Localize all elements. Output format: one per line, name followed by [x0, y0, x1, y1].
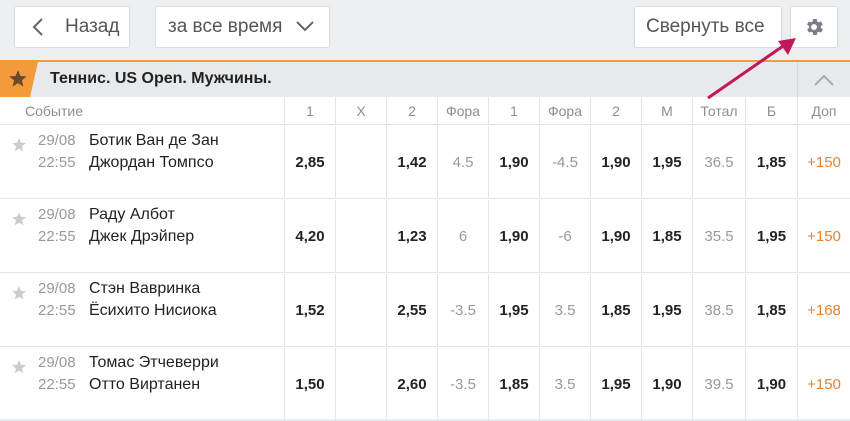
team-away[interactable]: Отто Виртанен: [89, 376, 200, 394]
team-home[interactable]: Ботик Ван де Зан: [89, 132, 219, 150]
odd-2[interactable]: 1,42: [386, 126, 437, 199]
handicap2-value: 3.5: [539, 274, 590, 347]
total-value: 38.5: [692, 274, 745, 347]
under-odd[interactable]: 1,95: [641, 126, 692, 199]
col-event: Событие: [25, 103, 83, 119]
gear-icon: [807, 19, 823, 35]
odd-x[interactable]: [335, 274, 386, 347]
team-home[interactable]: Стэн Вавринка: [89, 280, 200, 298]
total-value: 36.5: [692, 126, 745, 199]
settings-button[interactable]: [790, 6, 838, 48]
more-markets[interactable]: +168: [797, 274, 850, 347]
team-home[interactable]: Раду Албот: [89, 206, 175, 224]
handicap1-odd[interactable]: 1,90: [488, 200, 539, 273]
favorite-star-icon[interactable]: [11, 211, 27, 227]
favorite-star-icon[interactable]: [11, 359, 27, 375]
col-handicap2: Фора: [539, 97, 590, 125]
event-date: 29/08: [38, 280, 76, 297]
handicap1-value: 6: [437, 200, 488, 273]
event-time: 22:55: [38, 154, 76, 171]
over-odd[interactable]: 1,95: [745, 200, 797, 273]
more-markets[interactable]: +150: [797, 348, 850, 421]
col-over: Б: [745, 97, 797, 125]
handicap2-odd[interactable]: 1,95: [590, 348, 641, 421]
over-odd[interactable]: 1,85: [745, 274, 797, 347]
favorite-star-icon[interactable]: [11, 137, 27, 153]
odd-x[interactable]: [335, 126, 386, 199]
total-value: 35.5: [692, 200, 745, 273]
period-select[interactable]: за все время: [155, 6, 330, 48]
odd-x[interactable]: [335, 348, 386, 421]
favorite-tag[interactable]: [0, 62, 38, 97]
back-button[interactable]: Назад: [14, 6, 130, 48]
handicap2-value: -6: [539, 200, 590, 273]
event-time: 22:55: [38, 302, 76, 319]
section-header[interactable]: Теннис. US Open. Мужчины.: [0, 60, 850, 97]
team-home[interactable]: Томас Этчеверри: [89, 354, 219, 372]
handicap2-odd[interactable]: 1,85: [590, 274, 641, 347]
event-row: 29/08 22:55 Раду Албот Джек Дрэйпер 4,20 1,23…: [0, 200, 850, 273]
chevron-up-icon: [814, 74, 834, 86]
handicap1-value: -3.5: [437, 348, 488, 421]
col-handicap1-odd: 1: [488, 97, 539, 125]
col-handicap2-odd: 2: [590, 97, 641, 125]
odd-x[interactable]: [335, 200, 386, 273]
collapse-all-button[interactable]: Свернуть все: [634, 6, 782, 48]
event-row: 29/08 22:55 Стэн Вавринка Ёсихито Нисиока 1,…: [0, 274, 850, 347]
chevron-left-icon: [32, 18, 43, 36]
odd-1[interactable]: 4,20: [284, 200, 335, 273]
handicap1-odd[interactable]: 1,85: [488, 348, 539, 421]
col-2: 2: [386, 97, 437, 125]
col-1: 1: [284, 97, 335, 125]
favorite-star-icon[interactable]: [11, 285, 27, 301]
col-total: Тотал: [692, 97, 745, 125]
col-under: М: [641, 97, 692, 125]
team-away[interactable]: Джек Дрэйпер: [89, 228, 194, 246]
event-time: 22:55: [38, 376, 76, 393]
total-value: 39.5: [692, 348, 745, 421]
period-select-label: за все время: [168, 16, 283, 37]
events-panel: Теннис. US Open. Мужчины. Событие 1 X 2 …: [0, 60, 850, 421]
odd-2[interactable]: 1,23: [386, 200, 437, 273]
event-date: 29/08: [38, 132, 76, 149]
odd-2[interactable]: 2,60: [386, 348, 437, 421]
odd-1[interactable]: 2,85: [284, 126, 335, 199]
col-x: X: [335, 97, 386, 125]
team-away[interactable]: Ёсихито Нисиока: [89, 302, 217, 320]
col-handicap1: Фора: [437, 97, 488, 125]
col-more: Доп: [797, 97, 850, 125]
event-date: 29/08: [38, 354, 76, 371]
odd-1[interactable]: 1,52: [284, 274, 335, 347]
handicap2-value: -4.5: [539, 126, 590, 199]
toolbar: Назад за все время Свернуть все: [0, 0, 850, 60]
handicap2-odd[interactable]: 1,90: [590, 200, 641, 273]
event-row: 29/08 22:55 Ботик Ван де Зан Джордан Томпсо…: [0, 126, 850, 199]
handicap1-value: 4.5: [437, 126, 488, 199]
more-markets[interactable]: +150: [797, 200, 850, 273]
section-title: Теннис. US Open. Мужчины.: [50, 70, 272, 87]
team-away[interactable]: Джордан Томпсо: [89, 154, 214, 172]
odd-2[interactable]: 2,55: [386, 274, 437, 347]
handicap2-odd[interactable]: 1,90: [590, 126, 641, 199]
back-button-label: Назад: [65, 16, 120, 37]
handicap1-odd[interactable]: 1,90: [488, 126, 539, 199]
section-collapse-button[interactable]: [797, 62, 850, 97]
chevron-down-icon: [296, 21, 314, 32]
event-row: 29/08 22:55 Томас Этчеверри Отто Виртанен 1,…: [0, 348, 850, 421]
handicap2-value: 3.5: [539, 348, 590, 421]
odd-1[interactable]: 1,50: [284, 348, 335, 421]
more-markets[interactable]: +150: [797, 126, 850, 199]
column-headers: Событие 1 X 2 Фора 1 Фора 2 М Тотал Б До…: [0, 97, 850, 125]
handicap1-value: -3.5: [437, 274, 488, 347]
event-date: 29/08: [38, 206, 76, 223]
under-odd[interactable]: 1,95: [641, 274, 692, 347]
under-odd[interactable]: 1,85: [641, 200, 692, 273]
over-odd[interactable]: 1,85: [745, 126, 797, 199]
event-time: 22:55: [38, 228, 76, 245]
over-odd[interactable]: 1,90: [745, 348, 797, 421]
handicap1-odd[interactable]: 1,95: [488, 274, 539, 347]
under-odd[interactable]: 1,90: [641, 348, 692, 421]
collapse-all-label: Свернуть все: [646, 16, 765, 37]
